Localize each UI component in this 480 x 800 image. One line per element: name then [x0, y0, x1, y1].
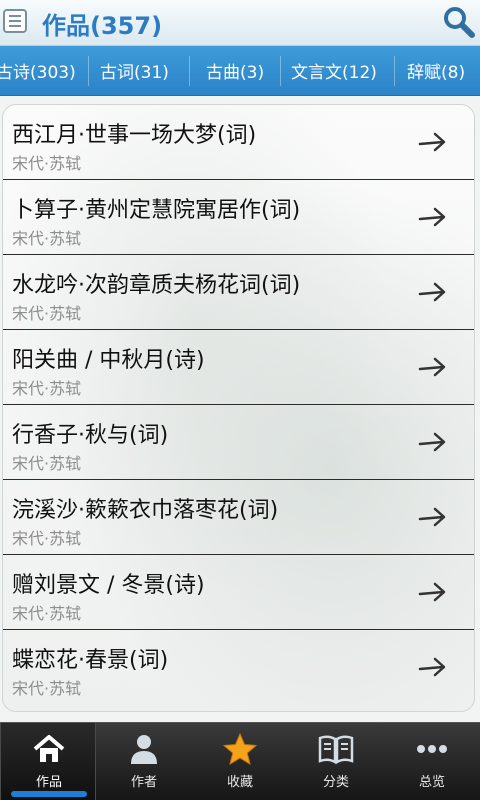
- nav-categories[interactable]: 分类: [288, 723, 384, 800]
- work-title: 西江月·世事一场大梦(词): [12, 123, 257, 148]
- arrow-right-icon[interactable]: [417, 579, 449, 605]
- list-item[interactable]: 水龙吟·次韵章质夫杨花词(词) 宋代·苏轼: [3, 255, 474, 330]
- nav-favorites[interactable]: 收藏: [192, 723, 288, 800]
- tab-divider: [88, 56, 89, 86]
- list-item[interactable]: 浣溪沙·簌簌衣巾落枣花(词) 宋代·苏轼: [3, 480, 474, 555]
- work-title: 浣溪沙·簌簌衣巾落枣花(词): [12, 498, 279, 523]
- bottom-nav: 作品 作者 收藏 分类 总览: [0, 722, 480, 800]
- nav-authors[interactable]: 作者: [96, 723, 192, 800]
- works-list: 西江月·世事一场大梦(词) 宋代·苏轼 卜算子·黄州定慧院寓居作(词) 宋代·苏…: [2, 104, 475, 712]
- list-item[interactable]: 行香子·秋与(词) 宋代·苏轼: [3, 405, 474, 480]
- list-item[interactable]: 卜算子·黄州定慧院寓居作(词) 宋代·苏轼: [3, 180, 474, 255]
- list-item[interactable]: 西江月·世事一场大梦(词) 宋代·苏轼: [3, 105, 474, 180]
- page-title: 作品(357): [42, 12, 163, 40]
- work-meta: 宋代·苏轼: [12, 304, 82, 323]
- active-indicator: [11, 791, 87, 797]
- home-icon: [33, 735, 65, 762]
- work-meta: 宋代·苏轼: [12, 454, 82, 473]
- tab-guci[interactable]: 古词(31): [100, 58, 169, 83]
- arrow-right-icon[interactable]: [417, 504, 449, 530]
- more-icon: [417, 745, 447, 753]
- nav-label: 总览: [418, 775, 445, 790]
- category-tab-bar: 古诗(303) 古词(31) 古曲(3) 文言文(12) 辞赋(8): [0, 46, 480, 96]
- nav-label: 分类: [322, 775, 349, 790]
- work-meta: 宋代·苏轼: [12, 379, 82, 398]
- arrow-right-icon[interactable]: [417, 129, 449, 155]
- arrow-right-icon[interactable]: [417, 204, 449, 230]
- star-icon: [222, 733, 258, 765]
- book-icon: [318, 735, 354, 765]
- tab-divider: [394, 56, 395, 86]
- arrow-right-icon[interactable]: [417, 279, 449, 305]
- list-item[interactable]: 阳关曲 / 中秋月(诗) 宋代·苏轼: [3, 330, 474, 405]
- work-meta: 宋代·苏轼: [12, 154, 82, 173]
- work-title: 行香子·秋与(词): [12, 423, 169, 448]
- work-title: 卜算子·黄州定慧院寓居作(词): [12, 198, 301, 223]
- tab-guqu[interactable]: 古曲(3): [206, 58, 264, 83]
- tab-gushi[interactable]: 古诗(303): [0, 58, 76, 83]
- arrow-right-icon[interactable]: [417, 354, 449, 380]
- list-item[interactable]: 蝶恋花·春景(词) 宋代·苏轼: [3, 630, 474, 705]
- tab-cifu[interactable]: 辞赋(8): [407, 58, 465, 83]
- nav-overview[interactable]: 总览: [384, 723, 480, 800]
- user-icon: [131, 735, 157, 764]
- menu-icon[interactable]: [3, 9, 27, 33]
- nav-label: 作者: [130, 775, 157, 790]
- app-header: 作品(357): [0, 0, 480, 46]
- work-title: 水龙吟·次韵章质夫杨花词(词): [12, 273, 301, 298]
- tab-divider: [280, 56, 281, 86]
- work-meta: 宋代·苏轼: [12, 229, 82, 248]
- work-meta: 宋代·苏轼: [12, 604, 82, 623]
- arrow-right-icon[interactable]: [417, 429, 449, 455]
- work-meta: 宋代·苏轼: [12, 679, 82, 698]
- nav-label: 作品: [35, 775, 62, 790]
- nav-label: 收藏: [226, 775, 253, 790]
- search-icon[interactable]: [442, 5, 476, 39]
- arrow-right-icon[interactable]: [417, 654, 449, 680]
- work-title: 赠刘景文 / 冬景(诗): [12, 573, 205, 598]
- list-item[interactable]: 赠刘景文 / 冬景(诗) 宋代·苏轼: [3, 555, 474, 630]
- work-meta: 宋代·苏轼: [12, 529, 82, 548]
- nav-works[interactable]: 作品: [0, 723, 96, 800]
- work-title: 蝶恋花·春景(词): [12, 648, 169, 673]
- work-title: 阳关曲 / 中秋月(诗): [12, 348, 205, 373]
- tab-wenyanwen[interactable]: 文言文(12): [291, 58, 377, 83]
- tab-divider: [189, 56, 190, 86]
